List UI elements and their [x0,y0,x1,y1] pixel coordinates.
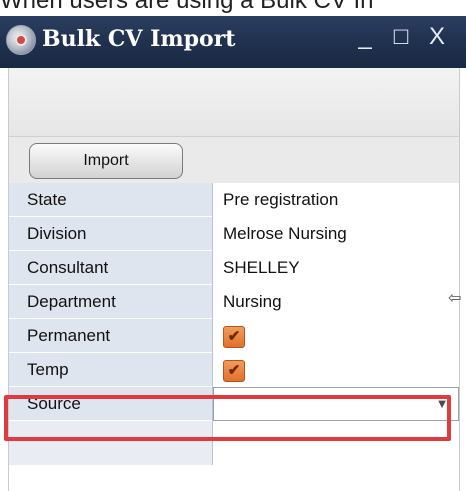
temp-label: Temp [9,353,212,387]
bulk-cv-import-window: Bulk CV Import _ □ X Import State Pre re… [0,16,466,491]
window-title: Bulk CV Import [42,26,236,52]
import-button[interactable]: Import [29,143,183,179]
grid-filler [9,465,459,491]
minimize-button[interactable]: _ [352,22,378,52]
state-label: State [9,183,212,217]
toolbar-strip [9,68,459,137]
row-permanent: Permanent ✔ [9,319,459,353]
row-state: State Pre registration [9,183,459,217]
department-label: Department [9,285,212,319]
page-caption: When users are using a Bulk CV In [0,0,374,14]
source-highlight [4,395,451,441]
permanent-value-cell [213,319,459,353]
temp-value-cell [213,353,459,387]
property-grid: State Pre registration Division Melrose … [9,183,459,491]
row-department: Department Nursing [9,285,459,319]
temp-checkbox[interactable]: ✔ [223,360,245,382]
title-bar: Bulk CV Import _ □ X [0,16,466,68]
resize-cursor-icon: ⇦ [448,290,462,307]
division-value[interactable]: Melrose Nursing [213,217,459,251]
department-value[interactable]: Nursing [213,285,459,319]
permanent-checkbox[interactable]: ✔ [223,326,245,348]
app-icon [6,25,36,55]
row-consultant: Consultant SHELLEY [9,251,459,285]
state-value[interactable]: Pre registration [213,183,459,217]
close-button[interactable]: X [424,22,450,52]
division-label: Division [9,217,212,251]
consultant-value[interactable]: SHELLEY [213,251,459,285]
row-temp: Temp ✔ [9,353,459,387]
maximize-button[interactable]: □ [388,22,414,52]
import-row: Import [9,137,459,183]
row-division: Division Melrose Nursing [9,217,459,251]
consultant-label: Consultant [9,251,212,285]
permanent-label: Permanent [9,319,212,353]
